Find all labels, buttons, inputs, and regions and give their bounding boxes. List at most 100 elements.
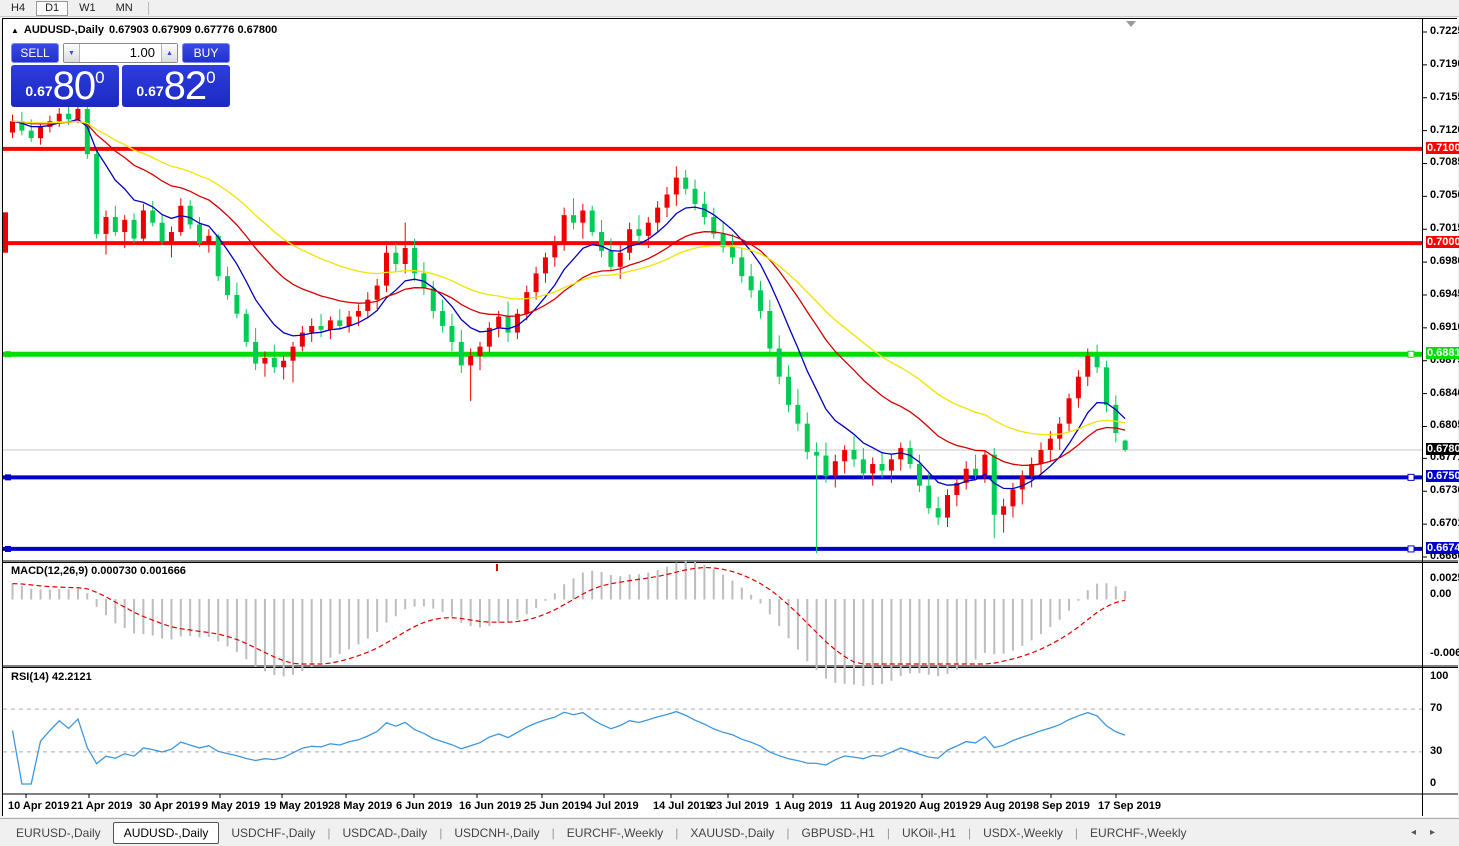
candle-body[interactable] [777,349,782,377]
volume-increase-button[interactable]: ▲ [161,44,177,62]
candle-body[interactable] [767,311,772,349]
line-handle[interactable] [5,546,11,552]
timeframe-button-d1[interactable]: D1 [36,1,68,16]
candle-body[interactable] [459,342,464,365]
candle-body[interactable] [468,356,473,365]
candle-body[interactable] [66,114,71,120]
candle-body[interactable] [739,257,744,276]
tab-scroll-right-icon[interactable]: ▸ [1430,827,1449,838]
candle-body[interactable] [524,292,529,314]
candle-body[interactable] [328,320,333,329]
candle-body[interactable] [814,452,819,456]
line-handle[interactable] [1408,351,1414,357]
candle-body[interactable] [403,248,408,264]
buy-button[interactable]: BUY [182,43,230,63]
collapse-triangle-icon[interactable]: ▲ [11,26,19,35]
line-handle[interactable] [1408,474,1414,480]
candle-body[interactable] [599,232,604,251]
candle-body[interactable] [178,206,183,232]
timeframe-button-w1[interactable]: W1 [70,1,105,16]
candle-body[interactable] [580,210,585,222]
candle-body[interactable] [917,464,922,486]
candle-body[interactable] [122,220,127,232]
candle-body[interactable] [945,495,950,518]
candle-body[interactable] [543,257,548,273]
candle-body[interactable] [216,236,221,276]
candle-body[interactable] [104,217,109,234]
candle-body[interactable] [833,461,838,476]
candle-body[interactable] [506,317,511,333]
candle-body[interactable] [936,508,941,517]
candle-body[interactable] [356,311,361,317]
candle-body[interactable] [206,236,211,244]
candle-body[interactable] [262,358,267,364]
candle-body[interactable] [1076,377,1081,399]
candle-body[interactable] [393,253,398,264]
candle-body[interactable] [337,320,342,326]
buy-price-tile[interactable]: 0.67 82 0 [122,65,230,107]
candle-body[interactable] [365,300,370,311]
candle-body[interactable] [730,247,735,257]
candle-body[interactable] [926,486,931,509]
candle-body[interactable] [683,178,688,189]
candle-body[interactable] [94,154,99,234]
tab-usdcnh-daily[interactable]: USDCNH-,Daily [444,823,549,843]
candle-body[interactable] [636,229,641,236]
candle-body[interactable] [805,424,810,452]
tab-usdx-weekly[interactable]: USDX-,Weekly [973,823,1073,843]
tab-scroll-arrows[interactable]: ◂▸ [1411,827,1449,838]
candle-body[interactable] [169,232,174,241]
candle-body[interactable] [225,276,230,295]
candle-body[interactable] [693,189,698,204]
candle-body[interactable] [244,314,249,342]
tab-eurchf-weekly[interactable]: EURCHF-,Weekly [1080,823,1196,843]
line-handle[interactable] [5,474,11,480]
candle-body[interactable] [608,251,613,267]
candle-body[interactable] [571,215,576,223]
tab-scroll-left-icon[interactable]: ◂ [1411,827,1430,838]
tab-gbpusd-h1[interactable]: GBPUSD-,H1 [792,823,885,843]
candle-body[interactable] [57,114,62,122]
candle-body[interactable] [412,248,417,273]
candle-body[interactable] [319,326,324,330]
candle-body[interactable] [253,342,258,364]
tab-ukoil-h1[interactable]: UKOil-,H1 [892,823,966,843]
tab-eurchf-weekly[interactable]: EURCHF-,Weekly [557,823,673,843]
candle-body[interactable] [1067,398,1072,423]
candle-body[interactable] [188,206,193,225]
volume-decrease-button[interactable]: ▼ [64,44,80,62]
candle-body[interactable] [674,178,679,195]
candle-body[interactable] [982,455,987,476]
candle-body[interactable] [749,276,754,290]
candle-body[interactable] [823,456,828,477]
candle-body[interactable] [590,210,595,232]
candle-body[interactable] [281,361,286,368]
tab-audusd-daily[interactable]: AUDUSD-,Daily [113,822,220,844]
candle-body[interactable] [113,217,118,232]
candle-body[interactable] [234,295,239,314]
candle-body[interactable] [627,229,632,252]
candle-body[interactable] [552,243,557,257]
candle-body[interactable] [141,210,146,238]
candle-body[interactable] [449,326,454,342]
timeframe-button-mn[interactable]: MN [107,1,142,16]
candle-body[interactable] [440,311,445,326]
candle-body[interactable] [889,459,894,470]
candle-body[interactable] [870,464,875,473]
candle-body[interactable] [880,464,885,471]
tab-xauusd-daily[interactable]: XAUUSD-,Daily [680,823,784,843]
line-handle[interactable] [1408,546,1414,552]
candle-body[interactable] [272,358,277,367]
candle-body[interactable] [375,286,380,300]
candle-body[interactable] [75,109,80,119]
candle-body[interactable] [1020,476,1025,489]
candle-body[interactable] [38,127,43,138]
candle-body[interactable] [431,288,436,311]
candle-body[interactable] [1104,367,1109,405]
candle-body[interactable] [665,194,670,207]
candle-body[interactable] [1095,356,1100,367]
candle-body[interactable] [1057,424,1062,439]
timeframe-button-h4[interactable]: H4 [2,1,34,16]
candle-body[interactable] [347,317,352,326]
candle-body[interactable] [197,225,202,244]
